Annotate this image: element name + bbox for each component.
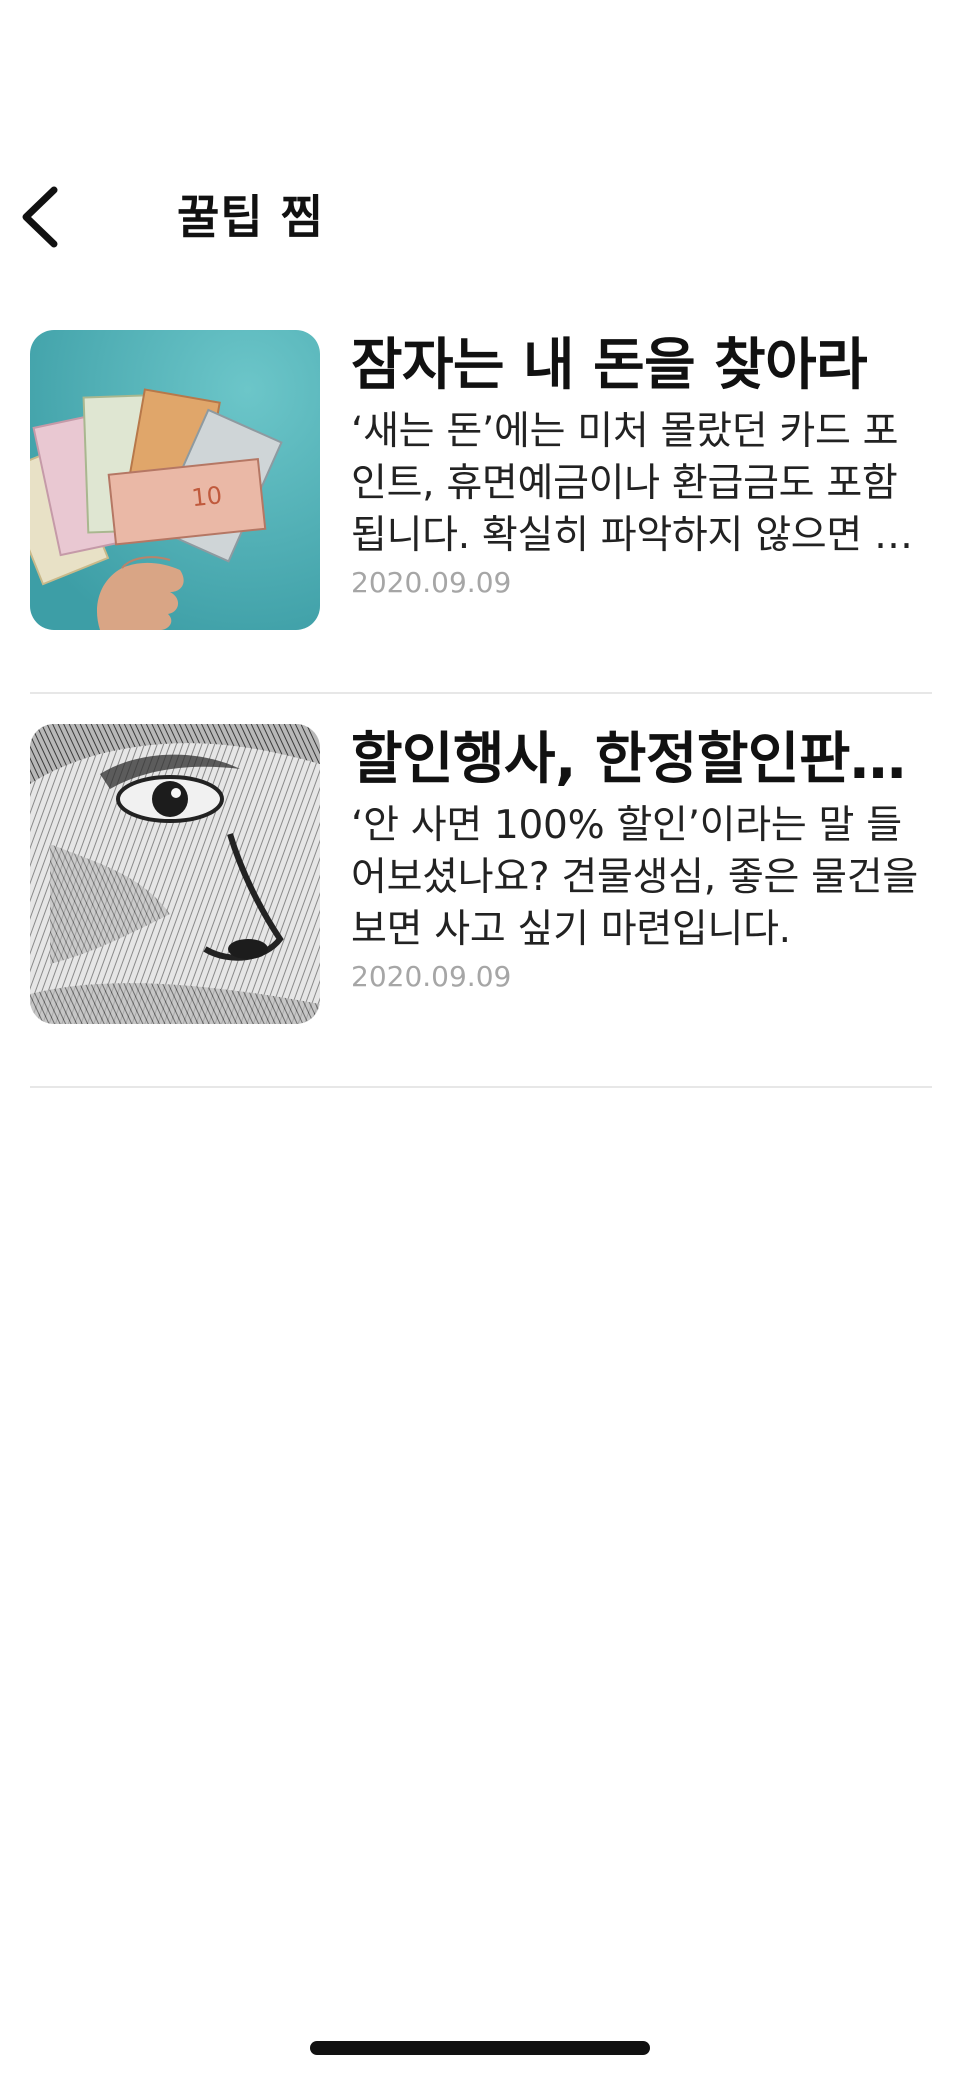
home-indicator xyxy=(310,2041,650,2055)
item-date: 2020.09.09 xyxy=(351,566,512,599)
list-item[interactable]: 10 잠자는 내 돈을 찾아라 ‘새는 돈’에는 미처 몰랐던 카드 포인트, … xyxy=(30,330,932,694)
item-text: 할인행사, 한정할인판매의 함정 ‘안 사면 100% 할인’이라는 말 들어보… xyxy=(351,724,932,996)
saved-tips-list: 10 잠자는 내 돈을 찾아라 ‘새는 돈’에는 미처 몰랐던 카드 포인트, … xyxy=(30,330,932,1088)
item-title: 할인행사, 한정할인판매의 함정 xyxy=(351,727,932,792)
item-date: 2020.09.09 xyxy=(351,960,512,993)
item-description: ‘안 사면 100% 할인’이라는 말 들어보셨나요? 견물생심, 좋은 물건을… xyxy=(351,803,918,952)
thumbnail-image xyxy=(30,724,320,1024)
chevron-left-icon xyxy=(22,186,58,248)
item-description: ‘새는 돈’에는 미처 몰랐던 카드 포인트, 휴면예금이나 환급금도 포함됩니… xyxy=(351,409,910,558)
svg-text:10: 10 xyxy=(190,481,223,512)
banknote-portrait-engraving-image xyxy=(30,724,320,1024)
back-button[interactable] xyxy=(16,182,86,252)
item-text: 잠자는 내 돈을 찾아라 ‘새는 돈’에는 미처 몰랐던 카드 포인트, 휴면예… xyxy=(351,330,932,602)
item-title: 잠자는 내 돈을 찾아라 xyxy=(351,333,868,398)
list-item[interactable]: 할인행사, 한정할인판매의 함정 ‘안 사면 100% 할인’이라는 말 들어보… xyxy=(30,724,932,1088)
hand-holding-banknotes-image: 10 xyxy=(30,330,320,630)
page-title: 꿀팁 찜 xyxy=(177,190,324,244)
header: 꿀팁 찜 xyxy=(0,160,960,270)
thumbnail-image: 10 xyxy=(30,330,320,630)
